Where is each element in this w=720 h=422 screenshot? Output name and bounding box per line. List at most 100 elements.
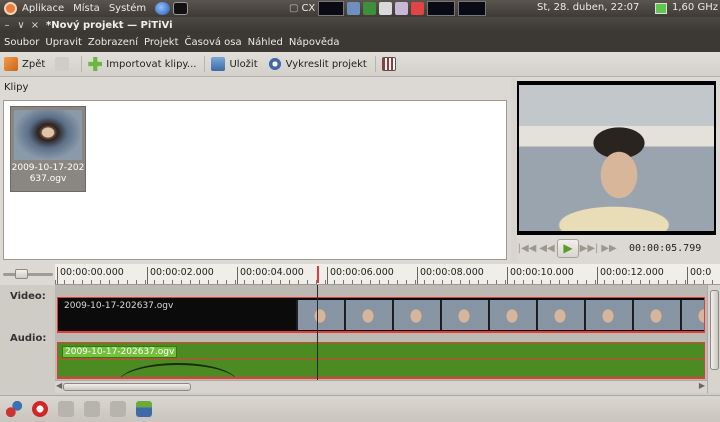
align-icon[interactable] [136, 401, 152, 417]
video-frame [519, 85, 714, 231]
clip-item[interactable]: 2009-10-17-202637.ogv [10, 106, 86, 192]
update-icon[interactable] [363, 2, 377, 15]
maximize-button[interactable]: ∨ [14, 20, 28, 31]
save-button[interactable]: Uložit [211, 57, 258, 71]
audio-waveform [118, 363, 238, 377]
system-tray: ▢ CX [289, 1, 487, 16]
menu-projekt[interactable]: Projekt [144, 37, 179, 48]
link-icon[interactable] [58, 401, 74, 417]
play-button[interactable]: ▶ [557, 238, 579, 258]
ruler-tick: 00:00:10.000 [507, 267, 574, 284]
video-preview [517, 81, 716, 235]
clip-library-panel: Klipy 2009-10-17-202637.ogv [0, 78, 511, 262]
redo-icon [55, 57, 70, 71]
panel-menu-system[interactable]: Systém [109, 3, 146, 14]
window-titlebar: – ∨ × *Nový projekt — PiTiVi [0, 17, 720, 33]
playhead-line[interactable] [317, 285, 318, 380]
plus-icon [88, 57, 103, 71]
fast-forward-icon[interactable]: ▶▶| [579, 243, 599, 254]
split-clip-icon[interactable] [6, 401, 22, 417]
audio-volume-line [58, 359, 704, 360]
toolbar-separator [81, 56, 83, 72]
undo-button[interactable]: Zpět [4, 57, 45, 71]
video-clip-name: 2009-10-17-202637.ogv [64, 301, 174, 311]
timeline-ruler-row: 00:00:00.000 00:00:02.000 00:00:04.000 0… [0, 264, 720, 285]
scroll-right-icon[interactable]: ▶ [699, 381, 705, 390]
network-icon[interactable] [347, 2, 361, 15]
clips-header: Klipy [4, 82, 29, 93]
toolbar-separator [204, 56, 206, 72]
scroll-left-icon[interactable]: ◀ [56, 381, 62, 390]
ubuntu-logo-icon[interactable] [4, 2, 17, 15]
terminal-launcher-icon[interactable] [173, 2, 189, 15]
unlink-icon[interactable] [84, 401, 100, 417]
video-track-label: Video: [10, 291, 46, 302]
battery-icon[interactable] [655, 3, 667, 14]
memory-graph[interactable] [458, 1, 487, 16]
tray-cx-label[interactable]: CX [301, 3, 315, 14]
ruler-tick: 00:00:06.000 [327, 267, 394, 284]
gnome-top-panel: Aplikace Místa Systém ▢ CX St, 28. duben… [0, 0, 720, 17]
rewind-icon[interactable]: ◀◀ [537, 243, 557, 254]
notification-icon[interactable] [395, 2, 409, 15]
applet-icon[interactable] [379, 2, 393, 15]
toolbar-separator [374, 56, 376, 72]
ruler-tick: 00:00:08.000 [417, 267, 484, 284]
panel-menu-mista[interactable]: Místa [73, 3, 100, 14]
clip-library-area[interactable]: 2009-10-17-202637.ogv [3, 100, 507, 260]
close-button[interactable]: × [28, 20, 42, 31]
undo-label: Zpět [22, 58, 46, 70]
ruler-tick: 00:00:12.000 [597, 267, 664, 284]
import-clips-button[interactable]: Importovat klipy... [88, 57, 196, 71]
cpu-graph[interactable] [427, 1, 456, 16]
save-label: Uložit [229, 58, 258, 70]
viewer-panel: |◀◀ ◀◀ ▶ ▶▶| ▶▶ 00:00:05.799 [517, 78, 720, 262]
redo-button[interactable] [55, 57, 73, 71]
video-thumbnail-strip [296, 300, 704, 330]
menu-napoveda[interactable]: Nápověda [289, 37, 340, 48]
minimize-button[interactable]: – [0, 20, 14, 31]
group-icon[interactable] [110, 401, 126, 417]
horizontal-scrollbar[interactable]: ◀ ▶ [55, 380, 707, 393]
fullscreen-button[interactable] [381, 57, 400, 71]
system-monitor-graph[interactable] [318, 1, 345, 16]
timecode-display: 00:00:05.799 [629, 242, 702, 254]
ruler-tick: 00:00:02.000 [147, 267, 214, 284]
video-clip[interactable]: 2009-10-17-202637.ogv [57, 297, 705, 333]
ruler-tick: 00:0 [687, 267, 720, 284]
zoom-slider[interactable] [3, 269, 53, 279]
track-area[interactable]: 2009-10-17-202637.ogv 2009-10-17-202637.… [55, 285, 707, 393]
save-icon [211, 57, 226, 71]
window-title: *Nový projekt — PiTiVi [46, 19, 173, 31]
render-project-button[interactable]: Vykreslit projekt [267, 57, 367, 71]
panel-menu-aplikace[interactable]: Aplikace [22, 3, 64, 14]
chat-icon[interactable]: ▢ [289, 3, 298, 14]
menu-soubor[interactable]: Soubor [4, 37, 39, 48]
menu-nahled[interactable]: Náhled [248, 37, 283, 48]
render-label: Vykreslit projekt [285, 58, 367, 70]
main-toolbar: Zpět Importovat klipy... Uložit Vykresli… [0, 52, 720, 77]
ruler-tick: 00:00:00.000 [57, 267, 124, 284]
menu-upravit[interactable]: Upravit [45, 37, 82, 48]
menu-casova-osa[interactable]: Časová osa [185, 37, 242, 48]
vertical-scrollbar-thumb[interactable] [710, 290, 719, 370]
panel-clock[interactable]: St, 28. duben, 22:07 [537, 2, 639, 13]
vertical-scrollbar[interactable] [707, 285, 720, 393]
zoom-slider-knob[interactable] [15, 269, 28, 279]
render-icon [267, 57, 282, 71]
clip-name: 2009-10-17-202637.ogv [11, 163, 85, 184]
browser-launcher-icon[interactable] [155, 2, 171, 15]
audio-clip[interactable]: 2009-10-17-202637.ogv [57, 342, 705, 379]
playhead-marker[interactable] [317, 266, 319, 283]
horizontal-scrollbar-thumb[interactable] [63, 383, 191, 391]
delete-icon[interactable] [32, 401, 48, 417]
menu-zobrazeni[interactable]: Zobrazení [88, 37, 138, 48]
battery-warning-icon[interactable] [411, 2, 425, 15]
go-to-start-icon[interactable]: |◀◀ [517, 243, 537, 254]
film-icon [381, 57, 396, 71]
viewer-controls: |◀◀ ◀◀ ▶ ▶▶| ▶▶ 00:00:05.799 [517, 238, 720, 258]
cpu-frequency[interactable]: 1,60 GHz [672, 2, 718, 13]
go-to-end-icon[interactable]: ▶▶ [599, 243, 619, 254]
timeline-ruler[interactable]: 00:00:00.000 00:00:02.000 00:00:04.000 0… [55, 264, 720, 285]
audio-track-label: Audio: [10, 333, 47, 344]
